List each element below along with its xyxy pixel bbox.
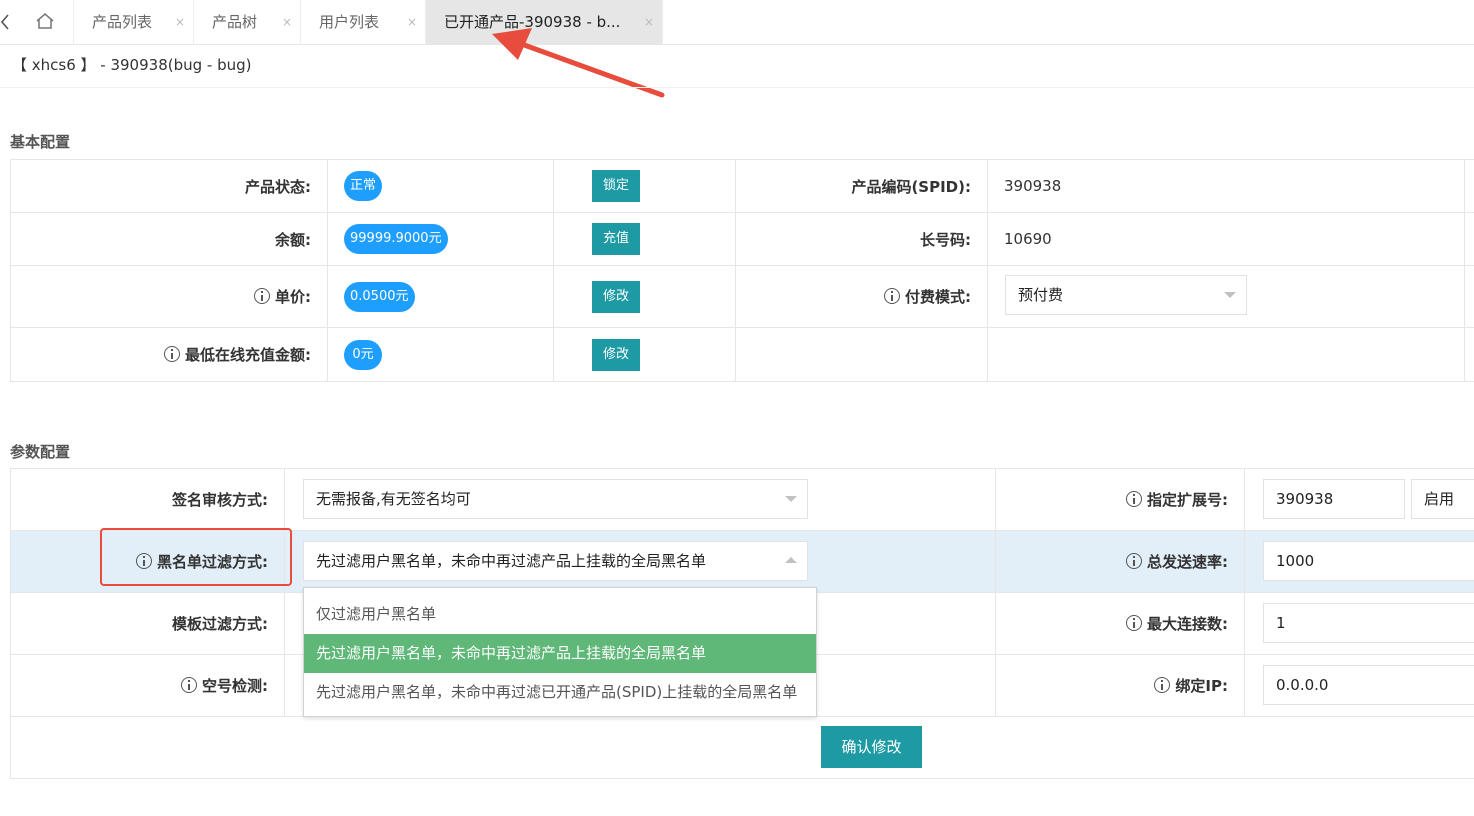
ext-input[interactable]: 390938 — [1263, 479, 1405, 519]
dropdown-option-selected[interactable]: 先过滤用户黑名单，未命中再过滤产品上挂载的全局黑名单 — [304, 634, 816, 673]
balance-badge: 99999.9000元 — [344, 224, 448, 254]
confirm-button[interactable]: 确认修改 — [821, 726, 922, 768]
ext-label: 指定扩展号: — [1147, 491, 1228, 509]
rate-label: 总发送速率: — [1147, 553, 1228, 571]
close-icon[interactable]: × — [282, 0, 292, 45]
section-title-params: 参数配置 — [10, 443, 71, 461]
blacklist-dropdown: 仅过滤用户黑名单 先过滤用户黑名单，未命中再过滤产品上挂载的全局黑名单 先过滤用… — [303, 587, 817, 717]
minrecharge-badge: 0元 — [344, 339, 382, 370]
ext-state-select[interactable]: 启用 — [1411, 479, 1474, 519]
sign-select[interactable]: 无需报备,有无签名均可 — [303, 479, 808, 519]
divider — [0, 87, 1474, 88]
tab-user-list[interactable]: 用户列表 × — [301, 0, 426, 45]
table-row: 产品状态: 正常 锁定 产品编码(SPID): 390938 — [10, 159, 1474, 213]
status-badge: 正常 — [344, 171, 383, 201]
chevron-down-icon — [785, 496, 797, 502]
minrecharge-label: 最低在线充值金额: — [185, 346, 311, 364]
info-icon — [1126, 491, 1142, 507]
edit-minrecharge-button[interactable]: 修改 — [592, 338, 641, 371]
price-label: 单价: — [275, 288, 311, 306]
info-icon — [181, 677, 197, 693]
info-icon — [164, 346, 180, 362]
table-row: 余额: 99999.9000元 充值 长号码: 10690 — [10, 212, 1474, 266]
paymode-value: 预付费 — [1018, 286, 1064, 304]
section-title-basic: 基本配置 — [10, 133, 71, 151]
sign-label: 签名审核方式: — [10, 468, 285, 531]
tab-label: 产品树 — [212, 13, 258, 31]
maxconn-label: 最大连接数: — [1147, 615, 1228, 633]
blacklist-value: 先过滤用户黑名单，未命中再过滤产品上挂载的全局黑名单 — [316, 552, 707, 570]
template-label: 模板过滤方式: — [10, 592, 285, 655]
paymode-label: 付费模式: — [905, 288, 971, 306]
basic-config-table: 产品状态: 正常 锁定 产品编码(SPID): 390938 余额: 99999… — [10, 159, 1474, 382]
longcode-value: 10690 — [987, 212, 1465, 266]
sign-value: 无需报备,有无签名均可 — [316, 490, 471, 508]
breadcrumb: 【 xhcs6 】 - 390938(bug - bug) — [12, 56, 252, 74]
tab-label: 用户列表 — [319, 13, 380, 31]
lock-button[interactable]: 锁定 — [592, 170, 641, 202]
dropdown-option[interactable]: 仅过滤用户黑名单 — [304, 595, 816, 634]
status-label: 产品状态: — [10, 159, 328, 213]
close-icon[interactable]: × — [175, 0, 185, 45]
spid-label: 产品编码(SPID): — [735, 159, 988, 213]
rate-input[interactable]: 1000 — [1263, 541, 1474, 581]
paymode-select[interactable]: 预付费 — [1005, 275, 1247, 315]
tab-product-tree[interactable]: 产品树 × — [194, 0, 301, 45]
annotation-highlight-box — [100, 528, 292, 586]
ip-input[interactable]: 0.0.0.0 — [1263, 665, 1474, 705]
blacklist-select[interactable]: 先过滤用户黑名单，未命中再过滤产品上挂载的全局黑名单 — [303, 541, 808, 581]
home-icon — [36, 13, 54, 29]
dropdown-option[interactable]: 先过滤用户黑名单，未命中再过滤已开通产品(SPID)上挂载的全局黑名单 — [304, 673, 816, 712]
info-icon — [1126, 553, 1142, 569]
info-icon — [254, 288, 270, 304]
table-row: 单价: 0.0500元 修改 付费模式: — [10, 265, 1474, 328]
longcode-label: 长号码: — [735, 212, 988, 266]
table-row — [10, 716, 1474, 779]
maxconn-input[interactable]: 1 — [1263, 603, 1474, 643]
tab-label: 产品列表 — [92, 13, 153, 31]
ip-label: 绑定IP: — [1175, 677, 1228, 695]
annotation-arrow — [492, 28, 665, 98]
empty-label: 空号检测: — [202, 677, 268, 695]
price-badge: 0.0500元 — [344, 281, 415, 312]
tab-product-list[interactable]: 产品列表 × — [74, 0, 194, 45]
info-icon — [884, 288, 900, 304]
recharge-button[interactable]: 充值 — [592, 223, 641, 255]
chevron-left-icon[interactable] — [0, 12, 12, 32]
edit-price-button[interactable]: 修改 — [592, 280, 641, 313]
spid-value: 390938 — [987, 159, 1465, 213]
chevron-down-icon — [1224, 292, 1236, 298]
balance-label: 余额: — [10, 212, 328, 266]
info-icon — [1126, 615, 1142, 631]
tab-bar: 产品列表 × 产品树 × 用户列表 × 已开通产品-390938 - b... … — [0, 0, 1474, 45]
table-row: 最低在线充值金额: 0元 修改 — [10, 327, 1474, 382]
close-icon[interactable]: × — [407, 0, 417, 45]
tab-home[interactable] — [14, 0, 74, 45]
chevron-up-icon — [785, 557, 797, 563]
info-icon — [1154, 677, 1171, 693]
